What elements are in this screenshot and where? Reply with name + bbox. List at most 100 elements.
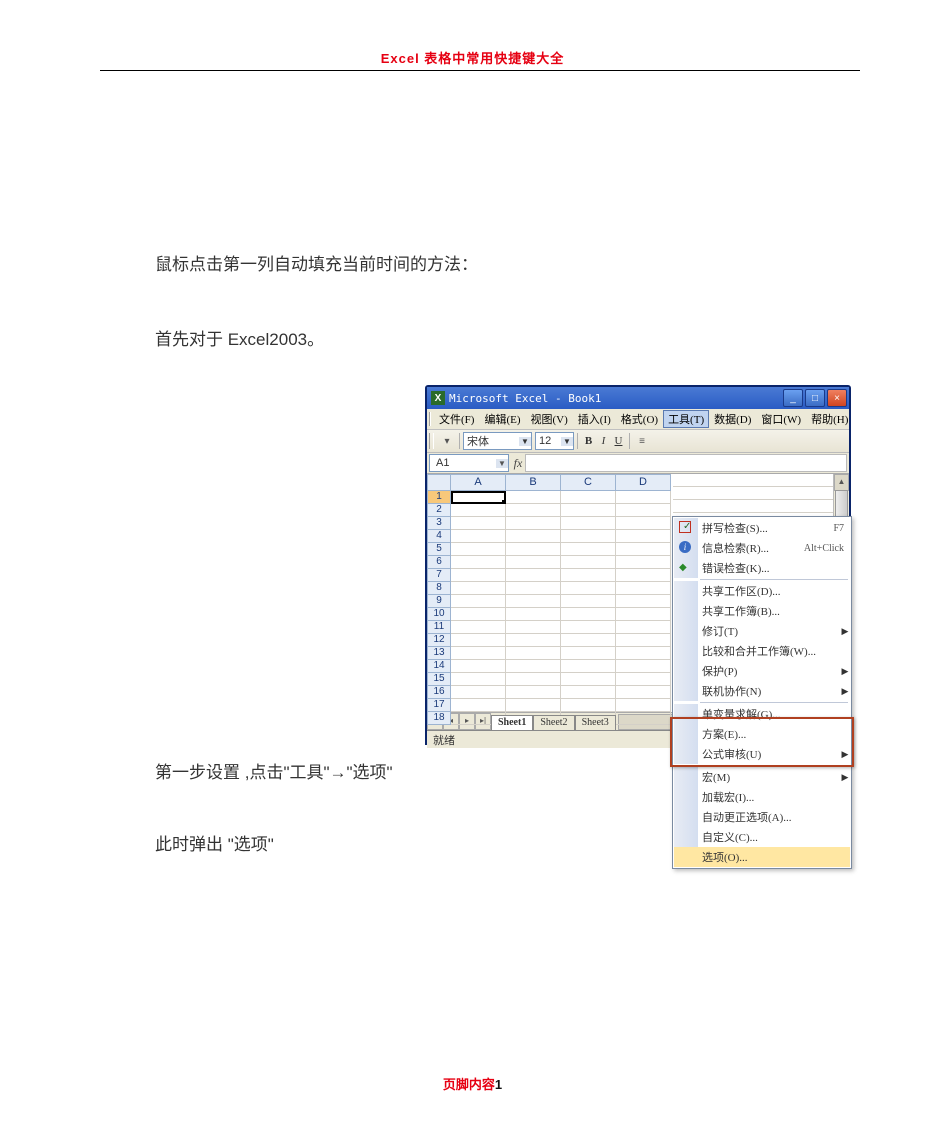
cell[interactable] xyxy=(506,569,561,582)
cell[interactable] xyxy=(561,517,616,530)
cell[interactable] xyxy=(616,660,671,673)
cell[interactable] xyxy=(506,556,561,569)
cell[interactable] xyxy=(616,673,671,686)
cell[interactable] xyxy=(451,582,506,595)
cell[interactable] xyxy=(561,530,616,543)
row-header[interactable]: 4 xyxy=(427,530,451,543)
cell[interactable] xyxy=(561,569,616,582)
cell[interactable] xyxy=(561,699,616,712)
cell[interactable] xyxy=(616,647,671,660)
cell[interactable] xyxy=(506,543,561,556)
column-header[interactable]: C xyxy=(561,474,616,491)
font-size-select[interactable]: 12 ▼ xyxy=(535,432,574,450)
cell[interactable] xyxy=(451,530,506,543)
font-name-select[interactable]: 宋体 ▼ xyxy=(463,432,532,450)
cell[interactable] xyxy=(506,504,561,517)
cell[interactable] xyxy=(451,621,506,634)
row-header[interactable]: 3 xyxy=(427,517,451,530)
menu-item[interactable]: 联机协作(N)▶ xyxy=(674,681,850,701)
cell[interactable] xyxy=(561,543,616,556)
cell[interactable] xyxy=(616,686,671,699)
menu-item[interactable]: 公式审核(U)▶ xyxy=(674,744,850,764)
cell[interactable] xyxy=(506,608,561,621)
menu-item[interactable]: 修订(T)▶ xyxy=(674,621,850,641)
underline-button[interactable]: U xyxy=(611,435,626,447)
select-all-corner[interactable] xyxy=(427,474,451,491)
spreadsheet-grid[interactable]: A B C D 123456789101112131415161718 ▲ ▼ … xyxy=(427,474,849,712)
cell[interactable] xyxy=(561,647,616,660)
row-header[interactable]: 10 xyxy=(427,608,451,621)
fx-icon[interactable]: fx xyxy=(511,456,525,471)
menu-insert[interactable]: 插入(I) xyxy=(573,410,616,428)
cell[interactable] xyxy=(561,504,616,517)
menu-item[interactable]: 错误检查(K)... xyxy=(674,558,850,578)
name-box[interactable]: A1 ▼ xyxy=(429,454,509,472)
sheet-tab[interactable]: Sheet2 xyxy=(533,715,574,730)
sheet-tab[interactable]: Sheet3 xyxy=(575,715,616,730)
row-header[interactable]: 2 xyxy=(427,504,451,517)
cell[interactable] xyxy=(506,686,561,699)
row-header[interactable]: 8 xyxy=(427,582,451,595)
row-header[interactable]: 18 xyxy=(427,712,451,725)
menu-edit[interactable]: 编辑(E) xyxy=(479,410,525,428)
cell[interactable] xyxy=(616,530,671,543)
menu-item[interactable]: 比较和合并工作簿(W)... xyxy=(674,641,850,661)
cell[interactable] xyxy=(451,634,506,647)
cell[interactable] xyxy=(561,595,616,608)
cell[interactable] xyxy=(561,686,616,699)
cell[interactable] xyxy=(561,660,616,673)
row-header[interactable]: 14 xyxy=(427,660,451,673)
cell[interactable] xyxy=(451,556,506,569)
cell[interactable] xyxy=(616,699,671,712)
cell[interactable] xyxy=(616,504,671,517)
cell[interactable] xyxy=(451,569,506,582)
cell[interactable] xyxy=(506,660,561,673)
cell[interactable] xyxy=(506,491,561,504)
menu-item[interactable]: 自定义(C)... xyxy=(674,827,850,847)
italic-button[interactable]: I xyxy=(596,435,611,447)
cell[interactable] xyxy=(561,582,616,595)
cell[interactable] xyxy=(616,582,671,595)
menu-item[interactable]: 共享工作区(D)... xyxy=(674,581,850,601)
menu-format[interactable]: 格式(O) xyxy=(616,410,663,428)
cell[interactable] xyxy=(506,621,561,634)
menu-file[interactable]: 文件(F) xyxy=(434,410,479,428)
cell[interactable] xyxy=(451,647,506,660)
menu-help[interactable]: 帮助(H) xyxy=(806,410,853,428)
cell[interactable] xyxy=(616,543,671,556)
menu-item[interactable]: 选项(O)... xyxy=(674,847,850,867)
cell[interactable] xyxy=(451,491,506,504)
menu-item[interactable]: 保护(P)▶ xyxy=(674,661,850,681)
window-close-button[interactable]: × xyxy=(827,389,847,407)
menu-item[interactable]: 信息检索(R)...Alt+Click xyxy=(674,538,850,558)
cell[interactable] xyxy=(616,517,671,530)
cell[interactable] xyxy=(506,582,561,595)
toolbar-grip[interactable] xyxy=(429,433,434,449)
cell[interactable] xyxy=(451,595,506,608)
cell[interactable] xyxy=(451,673,506,686)
menu-data[interactable]: 数据(D) xyxy=(709,410,756,428)
cell[interactable] xyxy=(451,608,506,621)
cell[interactable] xyxy=(561,634,616,647)
sheet-tab[interactable]: Sheet1 xyxy=(491,715,533,730)
formula-bar[interactable] xyxy=(525,454,847,472)
cell[interactable] xyxy=(451,517,506,530)
cell[interactable] xyxy=(561,608,616,621)
row-header[interactable]: 9 xyxy=(427,595,451,608)
cell[interactable] xyxy=(616,621,671,634)
window-maximize-button[interactable]: □ xyxy=(805,389,825,407)
row-header[interactable]: 15 xyxy=(427,673,451,686)
menu-item[interactable]: 加载宏(I)... xyxy=(674,787,850,807)
menu-item[interactable]: 拼写检查(S)...F7 xyxy=(674,518,850,538)
menu-item[interactable]: 共享工作簿(B)... xyxy=(674,601,850,621)
menu-window[interactable]: 窗口(W) xyxy=(756,410,806,428)
cell[interactable] xyxy=(616,569,671,582)
cell[interactable] xyxy=(451,686,506,699)
window-minimize-button[interactable]: _ xyxy=(783,389,803,407)
row-header[interactable]: 11 xyxy=(427,621,451,634)
menu-view[interactable]: 视图(V) xyxy=(526,410,573,428)
cell[interactable] xyxy=(616,491,671,504)
scroll-up-icon[interactable]: ▲ xyxy=(834,474,849,491)
cell[interactable] xyxy=(506,634,561,647)
column-header[interactable]: D xyxy=(616,474,671,491)
